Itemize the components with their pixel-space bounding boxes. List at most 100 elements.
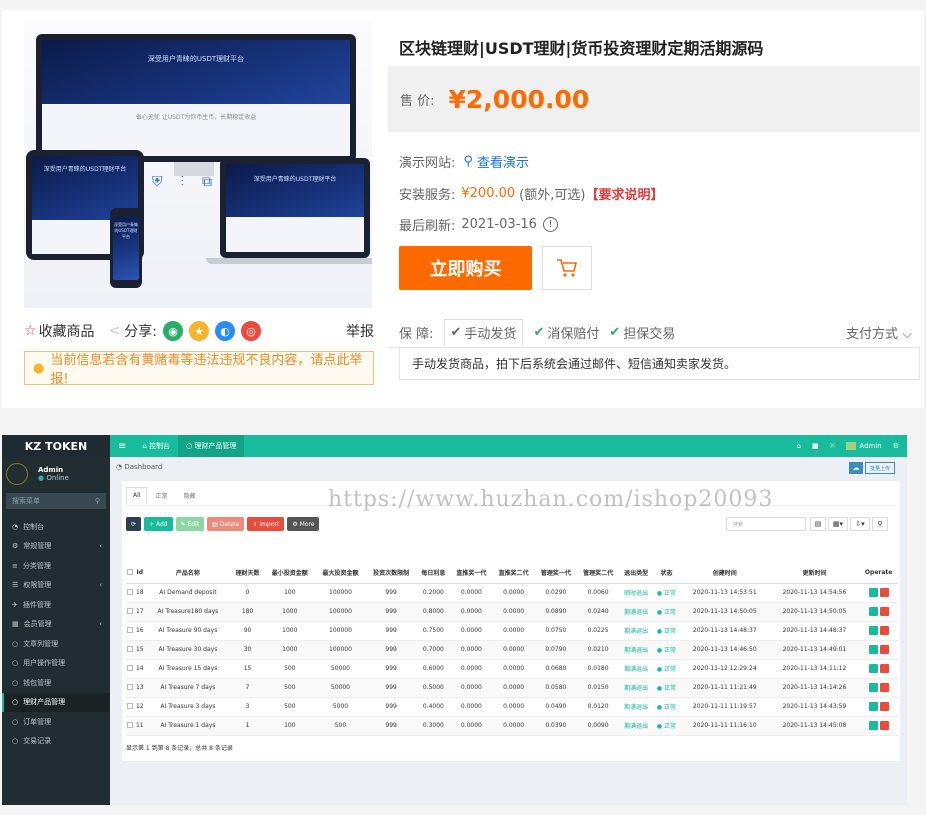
guarantee-tab-manual[interactable]: ✔ 手动发货: [443, 319, 524, 346]
edit-row-button[interactable]: [868, 702, 878, 711]
sidebar-item[interactable]: ○ 文章列管理: [2, 634, 110, 654]
delete-row-button[interactable]: [879, 683, 889, 692]
column-header[interactable]: 投资次数限制: [365, 563, 417, 584]
home-icon[interactable]: ⌂: [796, 442, 800, 450]
filter-tab-all[interactable]: All: [126, 487, 148, 504]
search-icon[interactable]: ⚲: [872, 517, 888, 531]
row-checkbox[interactable]: [127, 664, 134, 671]
sidebar-item[interactable]: ✈ 插件管理: [2, 595, 110, 615]
sidebar-item[interactable]: ○ 用户操作管理: [2, 654, 110, 674]
column-header[interactable]: 状态: [652, 563, 680, 584]
edit-row-button[interactable]: [868, 626, 878, 635]
column-header[interactable]: 创建时间: [679, 563, 770, 584]
buy-now-button[interactable]: 立即购买: [399, 246, 532, 290]
more-button[interactable]: ⚙ More: [287, 517, 320, 531]
qq-icon[interactable]: ◐: [215, 321, 236, 341]
add-button[interactable]: + Add: [144, 517, 173, 531]
refresh-button[interactable]: ⟳: [126, 517, 142, 531]
sidebar-item[interactable]: ☰ 权限管理 ‹: [2, 576, 110, 596]
delete-row-button[interactable]: [879, 645, 889, 654]
column-header[interactable]: 退出类型: [619, 563, 653, 584]
menu-search-input[interactable]: 搜索菜单 ⚲: [6, 493, 106, 509]
star-outline-icon[interactable]: ☆: [24, 323, 37, 339]
column-header[interactable]: 直推奖一代: [450, 563, 493, 584]
demo-link[interactable]: 查看演示: [477, 152, 529, 171]
fullscreen-icon[interactable]: ✕: [830, 442, 836, 450]
columns-icon[interactable]: ▦▾: [828, 517, 848, 531]
table-row[interactable]: 14 AI Treasure 15 days 15 500 50000 999 0.6000…: [126, 659, 898, 679]
user-menu[interactable]: Admin: [846, 442, 882, 450]
qzone-icon[interactable]: ★: [189, 321, 210, 341]
import-button[interactable]: ⇪ Import: [247, 517, 285, 531]
row-checkbox[interactable]: [127, 645, 134, 652]
export-icon[interactable]: ⇩▾: [850, 517, 870, 531]
trash-icon[interactable]: ■: [812, 442, 819, 450]
table-search-input[interactable]: 搜索: [726, 517, 806, 531]
favorite-link[interactable]: 收藏商品: [39, 321, 95, 341]
report-link[interactable]: 举报: [346, 321, 374, 341]
delete-row-button[interactable]: [879, 664, 889, 673]
row-checkbox[interactable]: [127, 721, 134, 728]
filter-tab-normal[interactable]: 正常: [147, 487, 175, 504]
row-checkbox[interactable]: [127, 683, 134, 690]
column-header[interactable]: Id: [134, 563, 146, 584]
edit-row-button[interactable]: [868, 607, 878, 616]
column-header[interactable]: 最大投资金额: [315, 563, 366, 584]
edit-row-button[interactable]: [868, 683, 878, 692]
filter-tab-hidden[interactable]: 隐藏: [175, 487, 203, 504]
edit-button[interactable]: ✎ Edit: [175, 517, 205, 531]
settings-icon[interactable]: ⚙: [893, 442, 899, 450]
table-row[interactable]: 12 AI Treasure 3 days 3 500 5000 999 0.4000 0.0…: [126, 697, 898, 717]
sidebar-item[interactable]: ○ 交易记录: [2, 732, 110, 752]
delete-row-button[interactable]: [879, 607, 889, 616]
payment-methods-dropdown[interactable]: 支付方式 ⌵: [846, 323, 912, 342]
row-checkbox[interactable]: [127, 588, 134, 595]
delete-row-button[interactable]: [879, 588, 889, 597]
column-header[interactable]: 更新时间: [769, 563, 860, 584]
search-icon[interactable]: ⚲: [463, 154, 473, 169]
upload-control[interactable]: ☁ 批量上传: [848, 462, 895, 474]
column-header[interactable]: 理财天数: [230, 563, 265, 584]
wechat-icon[interactable]: ◉: [163, 321, 184, 341]
table-row[interactable]: 16 AI Treasure 90 days 90 1000 100000 999 0.75…: [126, 621, 898, 641]
row-checkbox[interactable]: [127, 607, 134, 614]
column-header[interactable]: 最小投资金额: [264, 563, 316, 584]
sidebar-item[interactable]: ○ 理财产品管理: [2, 692, 110, 712]
delete-row-button[interactable]: [879, 721, 889, 730]
select-all-checkbox[interactable]: [127, 568, 134, 575]
table-row[interactable]: 13 AI Treasure 7 days 7 500 50000 999 0.5000 0.…: [126, 678, 898, 698]
table-row[interactable]: 18 AI Demand deposit 0 100 100000 999 0.2000 0.…: [126, 583, 898, 603]
delete-row-button[interactable]: [879, 702, 889, 711]
edit-row-button[interactable]: [868, 588, 878, 597]
column-header[interactable]: 管理奖一代: [534, 563, 577, 584]
column-header[interactable]: 管理奖二代: [576, 563, 620, 584]
tab-products[interactable]: ○ 理财产品管理: [178, 435, 245, 457]
sidebar-item[interactable]: ≡ 分类管理: [2, 556, 110, 576]
product-image[interactable]: 深受用户青睐的USDT理财平台 省心无忧 让USDT为你币生币，长期稳定收益 深…: [24, 22, 372, 308]
menu-toggle-icon[interactable]: ≡: [110, 441, 134, 452]
table-row[interactable]: 11 AI Treasure 1 days 1 100 500 999 0.3000 0.00…: [126, 716, 898, 736]
sidebar-item[interactable]: ▦ 会员管理 ‹: [2, 615, 110, 635]
info-icon[interactable]: !: [542, 217, 558, 232]
column-header[interactable]: Operate: [859, 563, 898, 584]
edit-row-button[interactable]: [868, 721, 878, 730]
install-requirements-link[interactable]: 【要求说明】: [585, 184, 663, 203]
weibo-icon[interactable]: ◎: [241, 321, 262, 341]
sidebar-item[interactable]: ○ 订单管理: [2, 712, 110, 732]
warning-banner[interactable]: ● 当前信息若含有黄赌毒等违法违规不良内容，请点此举报!: [24, 351, 374, 387]
row-checkbox[interactable]: [127, 702, 134, 709]
add-to-cart-button[interactable]: [542, 246, 592, 290]
row-checkbox[interactable]: [127, 626, 134, 633]
toggle-view-icon[interactable]: ▤: [810, 517, 826, 531]
sidebar-item[interactable]: ◔ 控制台: [2, 517, 110, 537]
edit-row-button[interactable]: [868, 664, 878, 673]
sidebar-item[interactable]: ⚙ 常规管理 ‹: [2, 537, 110, 557]
column-header[interactable]: 每日利息: [416, 563, 451, 584]
delete-button[interactable]: ▥ Delete: [207, 517, 245, 531]
table-row[interactable]: 17 AI Treasure180 days 180 1000 100000 999 0.8…: [126, 602, 898, 622]
delete-row-button[interactable]: [879, 626, 889, 635]
sidebar-item[interactable]: ○ 钱包管理: [2, 673, 110, 693]
tab-dashboard[interactable]: ⌂ 控制台: [134, 435, 178, 457]
table-row[interactable]: 15 AI Treasure 30 days 30 1000 100000 999 0.70…: [126, 640, 898, 660]
column-header[interactable]: 直推奖二代: [492, 563, 535, 584]
